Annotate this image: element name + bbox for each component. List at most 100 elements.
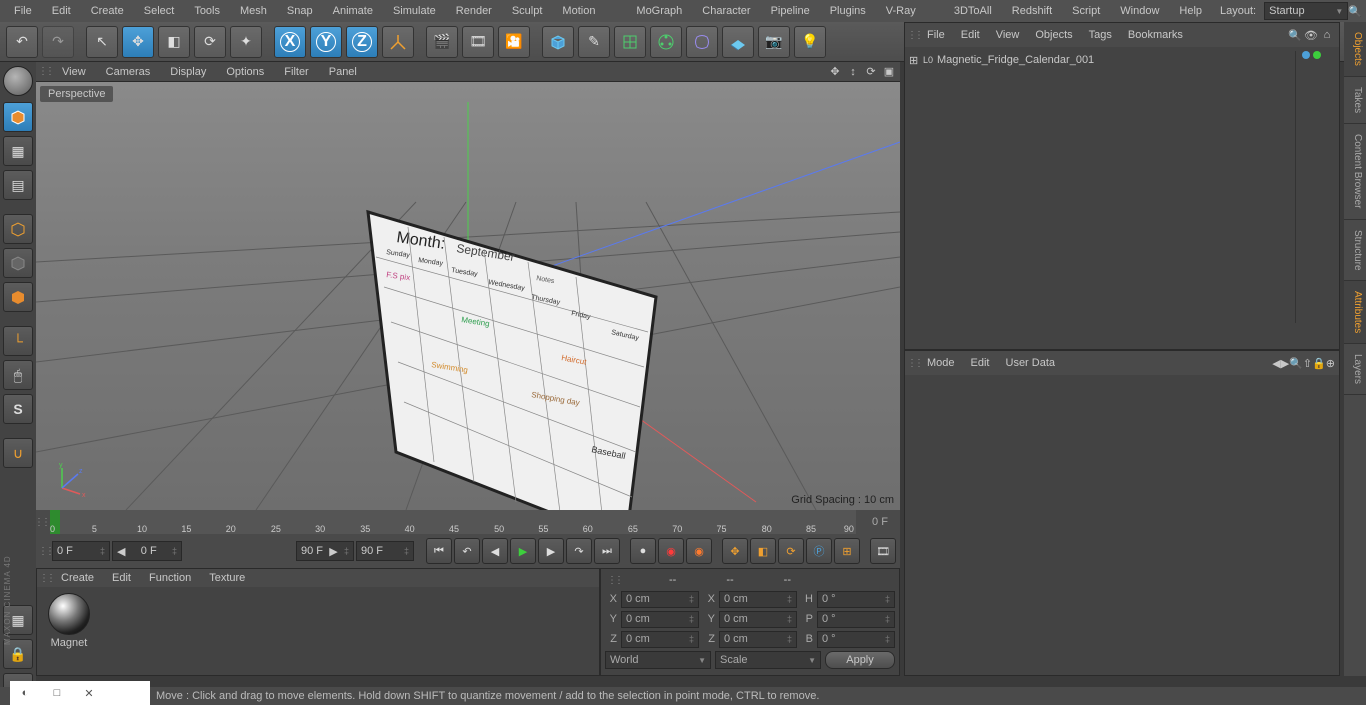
mat-menu-function[interactable]: Function: [141, 572, 199, 584]
menu-redshift[interactable]: Redshift: [1002, 0, 1062, 22]
obj-menu-file[interactable]: File: [919, 29, 953, 41]
subdiv-button[interactable]: [614, 26, 646, 58]
search-icon[interactable]: 🔍: [1348, 5, 1362, 18]
menu-render[interactable]: Render: [446, 0, 502, 22]
size-y-field[interactable]: 0 cm: [719, 611, 797, 628]
attr-menu-mode[interactable]: Mode: [919, 357, 963, 369]
mini-app-icon[interactable]: ◐: [18, 686, 32, 700]
menu-edit[interactable]: Edit: [42, 0, 81, 22]
rtab-objects[interactable]: Objects: [1344, 22, 1366, 77]
render-picture-button[interactable]: 🎞: [462, 26, 494, 58]
preview-start-field[interactable]: ◀ 0 F: [112, 541, 182, 561]
menu-animate[interactable]: Animate: [323, 0, 383, 22]
axis-x-button[interactable]: X: [274, 26, 306, 58]
mat-menu-create[interactable]: Create: [53, 572, 102, 584]
menu-character[interactable]: Character: [692, 0, 760, 22]
magnet-button[interactable]: ∪: [3, 438, 33, 468]
pen-button[interactable]: ✎: [578, 26, 610, 58]
viewport-menu-cameras[interactable]: Cameras: [98, 66, 159, 78]
layout-select[interactable]: Startup▼: [1264, 2, 1348, 20]
prev-key-button[interactable]: ↶: [454, 538, 480, 564]
attr-menu-edit[interactable]: Edit: [963, 357, 998, 369]
coord-system-button[interactable]: [382, 26, 414, 58]
scale-button[interactable]: ◧: [158, 26, 190, 58]
menu-help[interactable]: Help: [1169, 0, 1212, 22]
vis-editor-dot[interactable]: [1302, 51, 1310, 59]
snap-s-button[interactable]: S: [3, 394, 33, 424]
menu-sculpt[interactable]: Sculpt: [502, 0, 553, 22]
mat-menu-texture[interactable]: Texture: [201, 572, 253, 584]
menu-tools[interactable]: Tools: [184, 0, 230, 22]
model-mode-button[interactable]: [3, 102, 33, 132]
rotate-button[interactable]: ⟳: [194, 26, 226, 58]
array-button[interactable]: [650, 26, 682, 58]
menu-plugins[interactable]: Plugins: [820, 0, 876, 22]
start-frame-field[interactable]: 0 F: [52, 541, 110, 561]
pla-key-button[interactable]: ⊞: [834, 538, 860, 564]
menu-snap[interactable]: Snap: [277, 0, 323, 22]
play-button[interactable]: ▶: [510, 538, 536, 564]
menu-3dtoall[interactable]: 3DToAll: [944, 0, 1002, 22]
obj-home-icon[interactable]: ⌂: [1319, 29, 1335, 41]
texture-mode-button[interactable]: ▦: [3, 136, 33, 166]
viewport-toggle-icon[interactable]: ▣: [882, 65, 896, 78]
pos-z-field[interactable]: 0 cm: [621, 631, 699, 648]
size-z-field[interactable]: 0 cm: [719, 631, 797, 648]
axis-mode-button[interactable]: └: [3, 326, 33, 356]
deformer-button[interactable]: [686, 26, 718, 58]
next-frame-button[interactable]: ▶: [538, 538, 564, 564]
rtab-attributes[interactable]: Attributes: [1344, 281, 1366, 344]
camera-button[interactable]: 📷: [758, 26, 790, 58]
end-frame-field[interactable]: 90 F: [356, 541, 414, 561]
polys-mode-button[interactable]: [3, 282, 33, 312]
rot-key-button[interactable]: ⟳: [778, 538, 804, 564]
points-mode-button[interactable]: [3, 214, 33, 244]
expand-icon[interactable]: ⊞: [909, 54, 919, 67]
move-button[interactable]: ✥: [122, 26, 154, 58]
attr-nav-fwd-icon[interactable]: ▶: [1281, 357, 1289, 370]
menu-simulate[interactable]: Simulate: [383, 0, 446, 22]
globe-icon[interactable]: [3, 66, 33, 96]
coord-space-select[interactable]: World▼: [605, 651, 711, 669]
obj-menu-edit[interactable]: Edit: [953, 29, 988, 41]
rot-b-field[interactable]: 0 °: [817, 631, 895, 648]
rtab-takes[interactable]: Takes: [1344, 77, 1366, 124]
edges-mode-button[interactable]: [3, 248, 33, 278]
attr-search-icon[interactable]: 🔍: [1289, 357, 1303, 370]
drag-handle-icon[interactable]: [40, 66, 50, 77]
drag-handle-icon[interactable]: [41, 573, 51, 584]
attr-menu-userdata[interactable]: User Data: [998, 357, 1064, 369]
axis-y-button[interactable]: Y: [310, 26, 342, 58]
menu-window[interactable]: Window: [1110, 0, 1169, 22]
attr-nav-back-icon[interactable]: ◀: [1272, 357, 1280, 370]
attr-up-icon[interactable]: ⇧: [1303, 357, 1312, 370]
menu-mesh[interactable]: Mesh: [230, 0, 277, 22]
coord-mode-select[interactable]: Scale▼: [715, 651, 821, 669]
autokey-button[interactable]: ◉: [658, 538, 684, 564]
obj-menu-bookmarks[interactable]: Bookmarks: [1120, 29, 1191, 41]
drag-handle-icon[interactable]: [909, 30, 919, 41]
param-key-button[interactable]: Ⓟ: [806, 538, 832, 564]
attr-lock-icon[interactable]: 🔒: [1312, 357, 1326, 370]
menu-script[interactable]: Script: [1062, 0, 1110, 22]
mini-window-icon[interactable]: □: [50, 686, 64, 700]
menu-file[interactable]: File: [4, 0, 42, 22]
rtab-structure[interactable]: Structure: [1344, 220, 1366, 282]
live-select-button[interactable]: ↖: [86, 26, 118, 58]
obj-eye-icon[interactable]: 👁: [1303, 29, 1319, 42]
cube-primitive-button[interactable]: [542, 26, 574, 58]
preview-end-field[interactable]: 90 F ▶: [296, 541, 354, 561]
apply-button[interactable]: Apply: [825, 651, 895, 669]
pos-y-field[interactable]: 0 cm: [621, 611, 699, 628]
pos-key-button[interactable]: ✥: [722, 538, 748, 564]
drag-handle-icon[interactable]: [609, 575, 619, 586]
viewport-menu-display[interactable]: Display: [162, 66, 214, 78]
menu-motion-tracker[interactable]: Motion Tracker: [552, 0, 626, 22]
keyframe-sel-button[interactable]: ◉: [686, 538, 712, 564]
record-key-button[interactable]: ●: [630, 538, 656, 564]
obj-menu-objects[interactable]: Objects: [1027, 29, 1080, 41]
mat-menu-edit[interactable]: Edit: [104, 572, 139, 584]
rot-h-field[interactable]: 0 °: [817, 591, 895, 608]
axis-z-button[interactable]: Z: [346, 26, 378, 58]
mini-close-icon[interactable]: ✕: [82, 686, 96, 700]
